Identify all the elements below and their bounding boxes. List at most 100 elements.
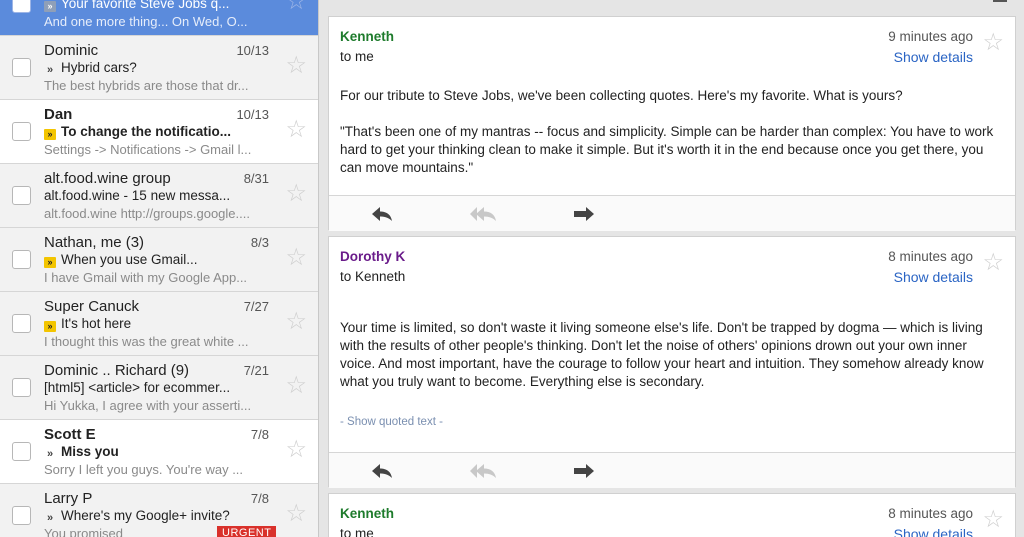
select-checkbox[interactable] bbox=[12, 442, 31, 461]
conversation-snippet: I thought this was the great white ... bbox=[44, 334, 249, 349]
conversation-snippet: alt.food.wine http://groups.google.... bbox=[44, 206, 250, 221]
select-checkbox[interactable] bbox=[12, 58, 31, 77]
conversation-sender: alt.food.wine group bbox=[44, 170, 171, 187]
show-details-link[interactable]: Show details bbox=[894, 49, 973, 65]
show-details-link[interactable]: Show details bbox=[894, 526, 973, 537]
star-icon[interactable]: ☆ bbox=[285, 118, 307, 142]
select-checkbox[interactable] bbox=[12, 378, 31, 397]
conversation-list: » Your favorite Steve Jobs q... And one m… bbox=[0, 0, 319, 537]
conversation-subject: » It's hot here bbox=[44, 316, 276, 332]
message-time: 8 minutes ago bbox=[888, 249, 973, 264]
message-time: 9 minutes ago bbox=[888, 29, 973, 44]
urgent-label-badge[interactable]: URGENT bbox=[217, 526, 277, 537]
message-actions bbox=[329, 452, 1015, 488]
message-paragraph: For our tribute to Steve Jobs, we've bee… bbox=[340, 88, 903, 103]
show-details-link[interactable]: Show details bbox=[894, 269, 973, 285]
conversation-subject: » Where's my Google+ invite? bbox=[44, 508, 276, 524]
conversation-snippet: Settings -> Notifications -> Gmail l... bbox=[44, 142, 252, 157]
message-paragraph: "That's been one of my mantras -- focus … bbox=[340, 124, 994, 175]
conversation-row[interactable]: Dominic 10/13 » Hybrid cars? The best hyb… bbox=[0, 36, 318, 100]
conversation-subject: » Miss you bbox=[44, 444, 276, 460]
star-icon[interactable]: ☆ bbox=[285, 54, 307, 78]
reply-icon[interactable] bbox=[371, 206, 393, 222]
select-checkbox[interactable] bbox=[12, 122, 31, 141]
label-marker-icon: » bbox=[44, 321, 56, 332]
conversation-snippet: Hi Yukka, I agree with your asserti... bbox=[44, 398, 252, 413]
star-icon[interactable]: ☆ bbox=[285, 182, 307, 206]
conversation-row[interactable]: » Your favorite Steve Jobs q... And one m… bbox=[0, 0, 318, 36]
select-checkbox[interactable] bbox=[12, 250, 31, 269]
conversation-sender: Nathan, me (3) bbox=[44, 234, 145, 251]
conversation-snippet: I have Gmail with my Google App... bbox=[44, 270, 248, 285]
conversation-sender: Dominic .. Richard (9) bbox=[44, 362, 190, 379]
select-checkbox[interactable] bbox=[12, 506, 31, 525]
star-icon[interactable]: ☆ bbox=[285, 310, 307, 334]
message-recipients: to me bbox=[340, 49, 374, 64]
label-marker-icon: » bbox=[44, 1, 56, 12]
conversation-subject: » Your favorite Steve Jobs q... bbox=[44, 0, 276, 12]
reply-all-icon[interactable] bbox=[469, 463, 497, 479]
conversation-subject: » When you use Gmail... bbox=[44, 252, 276, 268]
conversation-snippet: Sorry I left you guys. You're way ... bbox=[44, 462, 244, 477]
conversation-sender: Dan bbox=[44, 106, 73, 123]
conversation-subject: » Hybrid cars? bbox=[44, 60, 276, 76]
importance-chevron-icon: » bbox=[46, 64, 54, 76]
forward-icon[interactable] bbox=[573, 463, 595, 479]
conversation-snippet: The best hybrids are those that dr... bbox=[44, 78, 249, 93]
conversation-row[interactable]: Larry P 7/8 » Where's my Google+ invite? … bbox=[0, 484, 318, 537]
message-sender[interactable]: Kenneth bbox=[340, 29, 394, 44]
star-icon[interactable]: ☆ bbox=[285, 438, 307, 462]
menu-icon[interactable] bbox=[993, 0, 1007, 2]
conversation-row[interactable]: Nathan, me (3) 8/3 » When you use Gmail..… bbox=[0, 228, 318, 292]
message-time: 8 minutes ago bbox=[888, 506, 973, 521]
conversation-date: 7/8 bbox=[250, 427, 269, 442]
message-sender[interactable]: Dorothy K bbox=[340, 249, 405, 264]
conversation-row[interactable]: Scott E 7/8 » Miss you Sorry I left you g… bbox=[0, 420, 318, 484]
star-icon[interactable]: ☆ bbox=[285, 246, 307, 270]
forward-icon[interactable] bbox=[573, 206, 595, 222]
select-checkbox[interactable] bbox=[12, 0, 31, 13]
reply-icon[interactable] bbox=[371, 463, 393, 479]
star-icon[interactable]: ☆ bbox=[285, 502, 307, 526]
conversation-date: 7/21 bbox=[243, 363, 269, 378]
star-icon[interactable]: ☆ bbox=[982, 508, 1004, 532]
conversation-row[interactable]: Super Canuck 7/27 » It's hot here I thoug… bbox=[0, 292, 318, 356]
conversation-sender: Larry P bbox=[44, 490, 93, 507]
message-recipients: to me bbox=[340, 526, 374, 537]
conversation-snippet: And one more thing... On Wed, O... bbox=[44, 14, 248, 29]
reply-all-icon[interactable] bbox=[469, 206, 497, 222]
thread-view: Kenneth to me 9 minutes ago Show details… bbox=[320, 0, 1024, 537]
message-card: Kenneth to me 8 minutes ago Show details… bbox=[328, 493, 1016, 537]
conversation-subject: [html5] <article> for ecommer... bbox=[44, 380, 231, 395]
star-icon[interactable]: ☆ bbox=[285, 374, 307, 398]
message-card: Kenneth to me 9 minutes ago Show details… bbox=[328, 16, 1016, 231]
conversation-sender: Dominic bbox=[44, 42, 99, 59]
select-checkbox[interactable] bbox=[12, 314, 31, 333]
star-icon[interactable]: ☆ bbox=[285, 0, 307, 14]
conversation-date: 10/13 bbox=[236, 43, 269, 58]
conversation-row[interactable]: Dominic .. Richard (9) 7/21 [html5] <art… bbox=[0, 356, 318, 420]
conversation-date: 8/3 bbox=[250, 235, 269, 250]
importance-chevron-icon: » bbox=[46, 448, 54, 460]
conversation-row[interactable]: Dan 10/13 » To change the notificatio... … bbox=[0, 100, 318, 164]
message-card: Dorothy K to Kenneth 8 minutes ago Show … bbox=[328, 236, 1016, 488]
show-quoted-text-link[interactable]: - Show quoted text - bbox=[340, 416, 443, 428]
message-actions bbox=[329, 195, 1015, 231]
conversation-subject: alt.food.wine - 15 new messa... bbox=[44, 188, 231, 203]
message-recipients: to Kenneth bbox=[340, 269, 406, 284]
star-icon[interactable]: ☆ bbox=[982, 251, 1004, 275]
importance-chevron-icon: » bbox=[46, 512, 54, 524]
conversation-sender: Super Canuck bbox=[44, 298, 140, 315]
conversation-date: 8/31 bbox=[243, 171, 269, 186]
conversation-row[interactable]: alt.food.wine group 8/31 alt.food.wine -… bbox=[0, 164, 318, 228]
conversation-date: 7/8 bbox=[250, 491, 269, 506]
message-paragraph: Your time is limited, so don't waste it … bbox=[340, 320, 984, 389]
select-checkbox[interactable] bbox=[12, 186, 31, 205]
conversation-subject: » To change the notificatio... bbox=[44, 124, 276, 140]
label-marker-icon: » bbox=[44, 257, 56, 268]
star-icon[interactable]: ☆ bbox=[982, 31, 1004, 55]
conversation-date: 10/13 bbox=[236, 107, 269, 122]
label-marker-icon: » bbox=[44, 129, 56, 140]
conversation-snippet: You promised bbox=[44, 526, 124, 537]
message-sender[interactable]: Kenneth bbox=[340, 506, 394, 521]
